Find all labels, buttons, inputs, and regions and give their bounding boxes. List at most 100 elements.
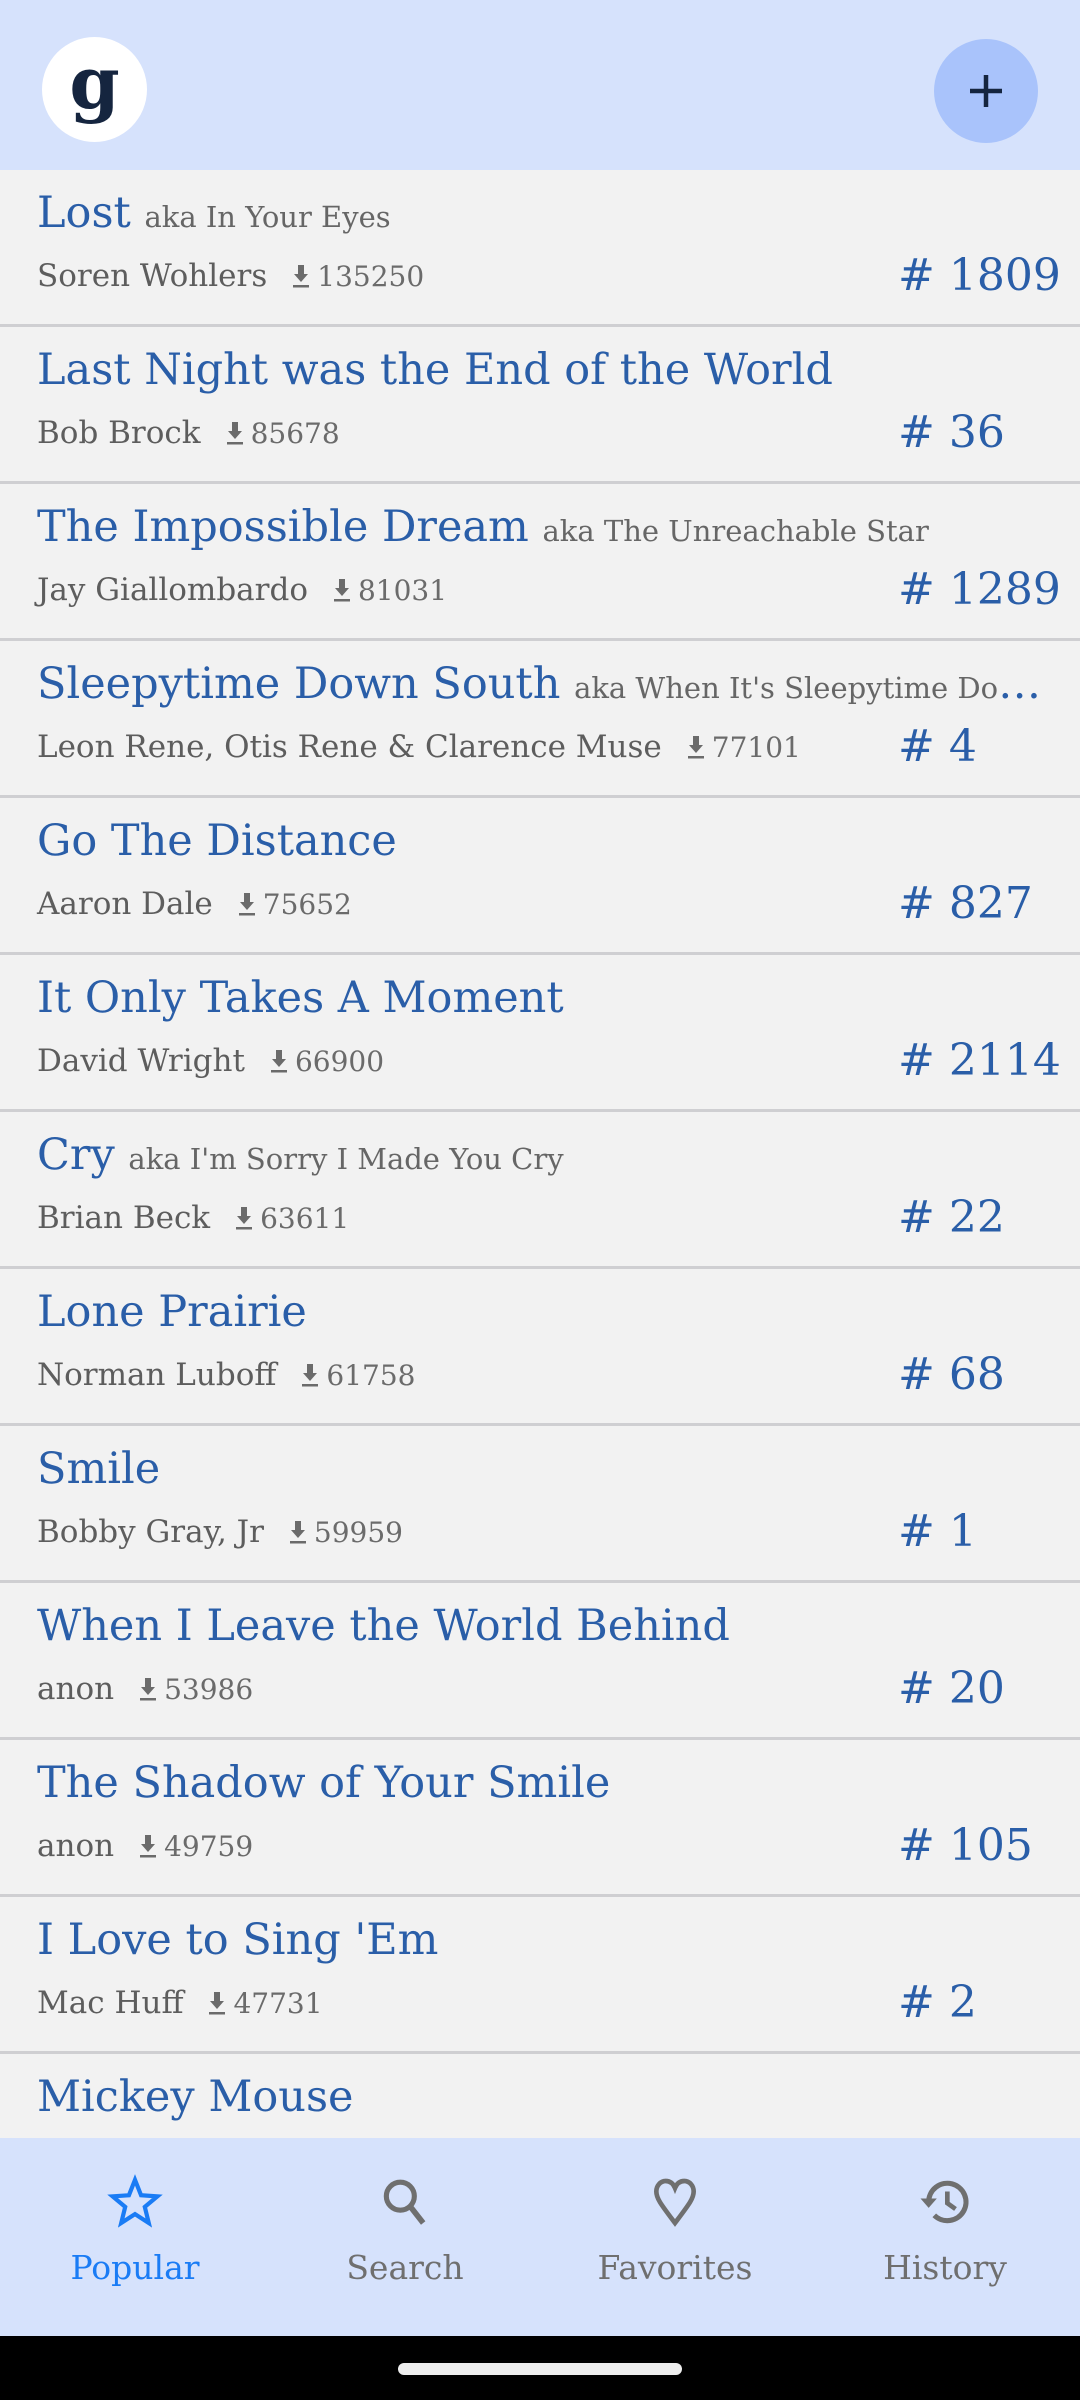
- song-list[interactable]: Lost aka In Your Eyes Soren Wohlers 135250…: [0, 170, 1080, 2138]
- app-logo: g: [42, 37, 147, 142]
- add-button[interactable]: [934, 39, 1038, 143]
- song-rank: # 105: [898, 1820, 1033, 1871]
- song-title: Mickey Mouse: [37, 2072, 354, 2122]
- song-title-line: Go The Distance: [37, 816, 397, 866]
- song-title-line: Mickey Mouse: [37, 2072, 353, 2122]
- nav-favorites[interactable]: Favorites: [540, 2138, 810, 2336]
- download-count: 85678: [223, 417, 340, 450]
- download-count: 47731: [205, 1986, 323, 2020]
- song-author: anon: [37, 1671, 115, 1707]
- song-meta: Mac Huff 47731: [37, 1985, 323, 2021]
- plus-icon: [970, 75, 1002, 107]
- song-title-line: The Shadow of Your Smile: [37, 1758, 610, 1808]
- song-row[interactable]: I Love to Sing 'Em Mac Huff 47731 # 2: [0, 1897, 1080, 2054]
- download-number: 53986: [164, 1672, 254, 1706]
- song-rank: # 1289: [898, 564, 1061, 615]
- song-meta: Soren Wohlers 135250: [37, 258, 424, 294]
- song-author: Jay Giallombardo: [37, 572, 308, 608]
- home-indicator[interactable]: [398, 2363, 682, 2375]
- download-number: 59959: [313, 1515, 403, 1549]
- song-title: Smile: [37, 1444, 161, 1494]
- song-title-line: Last Night was the End of the World: [37, 345, 833, 395]
- download-icon: [238, 893, 255, 916]
- download-number: 63611: [260, 1201, 350, 1235]
- nav-label: Popular: [70, 2248, 200, 2287]
- nav-label: Favorites: [597, 2248, 753, 2287]
- song-title-line: Cry aka I'm Sorry I Made You Cry: [37, 1130, 564, 1180]
- song-meta: anon 53986: [37, 1671, 253, 1707]
- song-title-line: The Impossible Dream aka The Unreachable…: [37, 502, 929, 552]
- download-icon: [270, 1050, 287, 1073]
- download-count: 66900: [267, 1045, 384, 1078]
- download-number: 47731: [233, 1986, 323, 2020]
- song-title: Sleepytime Down South: [37, 659, 561, 709]
- song-author: Soren Wohlers: [37, 258, 268, 294]
- song-row[interactable]: Last Night was the End of the World Bob B…: [0, 327, 1080, 484]
- download-icon: [289, 1521, 306, 1544]
- song-title: I Love to Sing 'Em: [37, 1915, 439, 1965]
- song-rank: # 20: [898, 1663, 1005, 1714]
- heart-icon: [653, 2178, 697, 2227]
- search-icon: [383, 2179, 426, 2225]
- song-rank: # 36: [898, 407, 1005, 458]
- song-row[interactable]: Go The Distance Aaron Dale 75652 # 827: [0, 798, 1080, 955]
- song-row[interactable]: The Impossible Dream aka The Unreachable…: [0, 484, 1080, 641]
- song-row[interactable]: Mickey Mouse: [0, 2054, 1080, 2138]
- system-nav-bar: [0, 2336, 1080, 2400]
- song-author: Leon Rene, Otis Rene & Clarence Muse: [37, 729, 662, 765]
- song-row[interactable]: Cry aka I'm Sorry I Made You Cry Brian Be…: [0, 1112, 1080, 1269]
- song-title: When I Leave the World Behind: [37, 1601, 730, 1651]
- history-icon: [920, 2180, 969, 2224]
- song-title-line: It Only Takes A Moment: [37, 973, 564, 1023]
- download-icon: [140, 1678, 157, 1701]
- song-meta: Jay Giallombardo 81031: [37, 572, 447, 608]
- song-title: Go The Distance: [37, 816, 397, 866]
- song-author: Bob Brock: [37, 415, 201, 451]
- song-rank: # 4: [898, 721, 977, 772]
- nav-popular[interactable]: Popular: [0, 2138, 270, 2336]
- song-title-line: When I Leave the World Behind: [37, 1601, 730, 1651]
- download-icon: [293, 265, 310, 288]
- logo-letter: g: [69, 39, 120, 125]
- song-rank: # 1809: [898, 250, 1061, 301]
- song-rank: # 22: [898, 1192, 1005, 1243]
- song-title: It Only Takes A Moment: [37, 973, 564, 1023]
- song-title-line: Smile: [37, 1444, 160, 1494]
- song-row[interactable]: When I Leave the World Behind anon 53986 # …: [0, 1583, 1080, 1740]
- download-count: 135250: [289, 260, 424, 293]
- download-number: 81031: [357, 573, 448, 607]
- song-row[interactable]: Smile Bobby Gray, Jr 59959 # 1: [0, 1426, 1080, 1583]
- nav-label: Search: [346, 2248, 464, 2287]
- song-meta: Bobby Gray, Jr 59959: [37, 1514, 403, 1550]
- song-title-line: Lone Prairie: [37, 1287, 307, 1337]
- nav-search[interactable]: Search: [270, 2138, 540, 2336]
- song-author: Norman Luboff: [37, 1357, 277, 1393]
- song-author: Mac Huff: [37, 1985, 184, 2021]
- song-row[interactable]: Lone Prairie Norman Luboff 61758 # 68: [0, 1269, 1080, 1426]
- download-icon: [333, 579, 350, 602]
- song-title: Last Night was the End of the World: [37, 345, 833, 395]
- song-aka: aka In Your Eyes: [144, 200, 391, 234]
- song-title-line: Lost aka In Your Eyes: [37, 188, 391, 238]
- song-meta: anon 49759: [37, 1828, 253, 1864]
- download-count: 49759: [136, 1830, 253, 1863]
- song-title: The Shadow of Your Smile: [37, 1758, 611, 1808]
- nav-history[interactable]: History: [810, 2138, 1080, 2336]
- song-title-line: I Love to Sing 'Em: [37, 1915, 438, 1965]
- song-row[interactable]: The Shadow of Your Smile anon 49759 # 105: [0, 1740, 1080, 1897]
- song-author: David Wright: [37, 1043, 245, 1079]
- song-title: Lone Prairie: [37, 1287, 307, 1337]
- download-icon: [140, 1835, 157, 1858]
- song-author: Aaron Dale: [37, 886, 213, 922]
- song-rank: # 827: [898, 878, 1033, 929]
- song-rank: # 1: [898, 1506, 977, 1557]
- download-icon: [226, 422, 243, 445]
- song-row[interactable]: Sleepytime Down South aka When It's Slee…: [0, 641, 1080, 798]
- song-meta: Aaron Dale 75652: [37, 886, 352, 922]
- download-icon: [236, 1207, 253, 1230]
- download-count: 77101: [684, 731, 801, 764]
- song-row[interactable]: Lost aka In Your Eyes Soren Wohlers 135250…: [0, 170, 1080, 327]
- nav-label: History: [883, 2248, 1007, 2287]
- song-row[interactable]: It Only Takes A Moment David Wright 66900 #…: [0, 955, 1080, 1112]
- song-title: Lost: [37, 188, 131, 238]
